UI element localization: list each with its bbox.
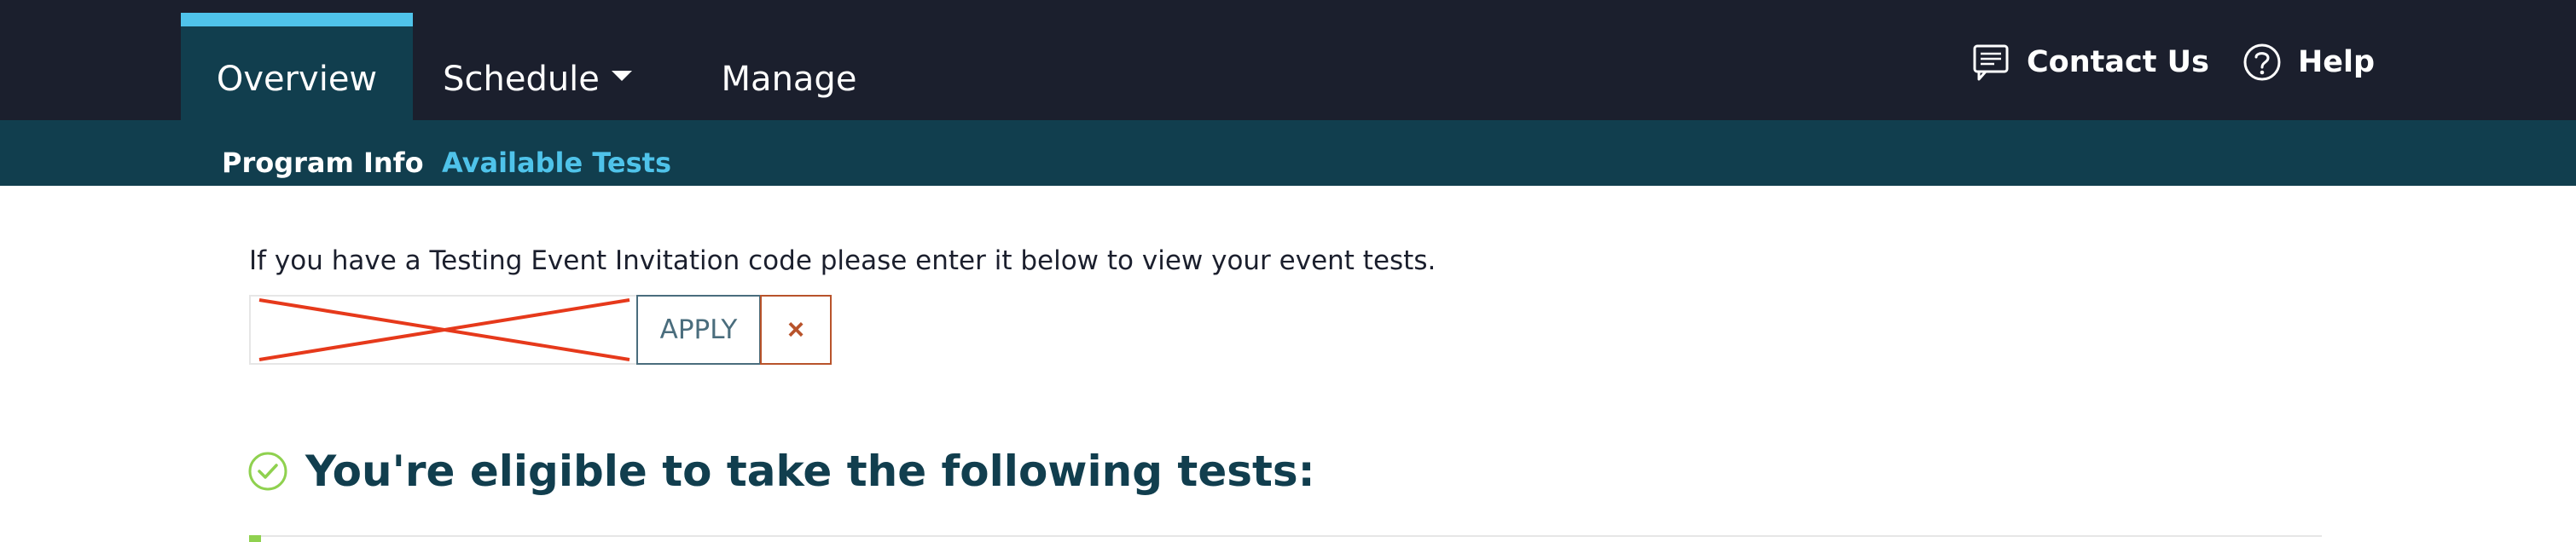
tab-overview-label: Overview <box>216 60 378 99</box>
subnav-program-info[interactable]: Program Info <box>222 147 424 179</box>
tab-manage[interactable]: Manage <box>682 13 896 120</box>
contact-us-label: Contact Us <box>2027 45 2209 79</box>
chevron-down-icon <box>611 71 632 81</box>
subnav-available-tests[interactable]: Available Tests <box>442 147 671 179</box>
tab-schedule-label: Schedule <box>443 60 600 99</box>
tab-schedule[interactable]: Schedule <box>426 13 648 120</box>
help-label: Help <box>2298 45 2376 79</box>
apply-button[interactable]: APPLY <box>636 295 761 365</box>
eligible-title: You're eligible to take the following te… <box>305 447 1315 496</box>
chat-icon <box>1973 44 2009 81</box>
tab-overview[interactable]: Overview <box>181 13 413 120</box>
contact-us-link[interactable]: Contact Us <box>1972 38 2209 86</box>
help-link[interactable]: Help <box>2242 38 2375 86</box>
help-icon <box>2243 43 2281 81</box>
close-icon: × <box>787 313 804 346</box>
clear-code-button[interactable]: × <box>760 295 832 365</box>
eligible-heading: You're eligible to take the following te… <box>247 447 1315 496</box>
invitation-instructions: If you have a Testing Event Invitation c… <box>249 245 1436 276</box>
check-circle-icon <box>248 452 287 491</box>
test-card-edge <box>249 535 2322 542</box>
invitation-code-input[interactable] <box>249 295 636 365</box>
tab-manage-label: Manage <box>721 60 857 99</box>
